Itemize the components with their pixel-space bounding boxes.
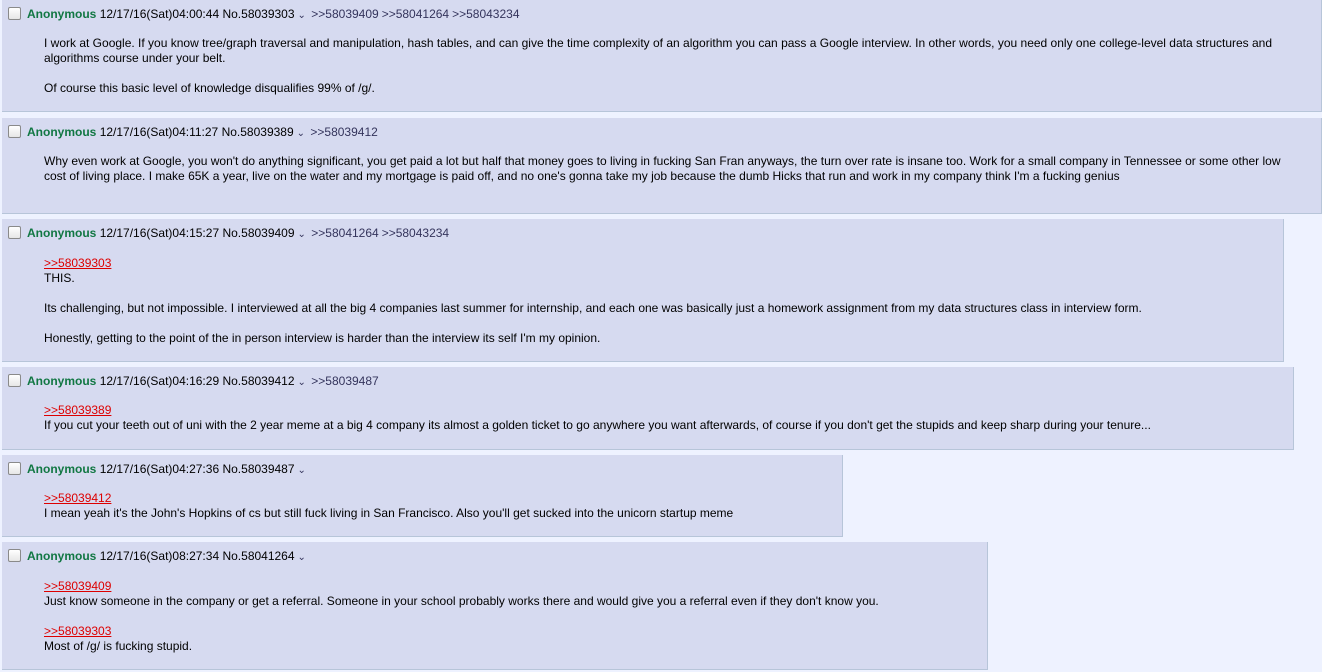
message-paragraph: Honestly, getting to the point of the in… — [44, 331, 601, 345]
post-number[interactable]: No.58039412 — [222, 374, 294, 388]
message-paragraph: I mean yeah it's the John's Hopkins of c… — [44, 506, 734, 520]
post-datetime: 12/17/16(Sat)04:16:29 — [99, 374, 220, 388]
backlink[interactable]: >>58041264 — [311, 226, 378, 240]
post-menu-chevron-icon[interactable]: ⌄ — [298, 549, 306, 567]
post-message: I work at Google. If you know tree/graph… — [44, 36, 1301, 96]
post-info: Anonymous 12/17/16(Sat)08:27:34 No.58041… — [8, 547, 308, 565]
quote-link[interactable]: >>58039303 — [44, 256, 1263, 271]
backlink[interactable]: >>58043234 — [382, 226, 449, 240]
post-menu-chevron-icon[interactable]: ⌄ — [297, 125, 305, 143]
message-paragraph: THIS. — [44, 271, 75, 285]
post-58039412: Anonymous 12/17/16(Sat)04:16:29 No.58039… — [2, 367, 1294, 450]
post-58039409: Anonymous 12/17/16(Sat)04:15:27 No.58039… — [2, 219, 1284, 362]
post-message: >>58039389 If you cut your teeth out of … — [44, 403, 1273, 433]
post-58041264: Anonymous 12/17/16(Sat)08:27:34 No.58041… — [2, 542, 988, 670]
post-number[interactable]: No.58041264 — [222, 549, 294, 563]
poster-name: Anonymous — [27, 7, 97, 21]
backlink[interactable]: >>58041264 — [382, 7, 449, 21]
backlink[interactable]: >>58039487 — [311, 374, 378, 388]
post-message: >>58039412 I mean yeah it's the John's H… — [44, 491, 822, 521]
message-paragraph: I work at Google. If you know tree/graph… — [44, 36, 1273, 65]
post-select-checkbox[interactable] — [8, 462, 21, 475]
post-select-checkbox[interactable] — [8, 7, 21, 20]
post-menu-chevron-icon[interactable]: ⌄ — [298, 374, 306, 392]
post-datetime: 12/17/16(Sat)04:00:44 — [99, 7, 220, 21]
message-paragraph: Of course this basic level of knowledge … — [44, 81, 375, 95]
post-info: Anonymous 12/17/16(Sat)04:00:44 No.58039… — [8, 5, 523, 23]
backlink[interactable]: >>58039412 — [310, 125, 377, 139]
post-datetime: 12/17/16(Sat)04:11:27 — [99, 125, 219, 139]
post-info: Anonymous 12/17/16(Sat)04:16:29 No.58039… — [8, 372, 382, 390]
post-58039303: Anonymous 12/17/16(Sat)04:00:44 No.58039… — [2, 0, 1322, 112]
post-message: >>58039303 THIS. Its challenging, but no… — [44, 256, 1263, 346]
post-info: Anonymous 12/17/16(Sat)04:27:36 No.58039… — [8, 460, 308, 478]
message-paragraph: Its challenging, but not impossible. I i… — [44, 301, 1142, 315]
post-number[interactable]: No.58039409 — [222, 226, 294, 240]
post-58039487: Anonymous 12/17/16(Sat)04:27:36 No.58039… — [2, 455, 843, 537]
poster-name: Anonymous — [27, 374, 97, 388]
quote-link[interactable]: >>58039303 — [44, 624, 967, 639]
post-info: Anonymous 12/17/16(Sat)04:11:27 No.58039… — [8, 123, 381, 141]
backlink[interactable]: >>58043234 — [452, 7, 519, 21]
post-select-checkbox[interactable] — [8, 549, 21, 562]
poster-name: Anonymous — [27, 125, 97, 139]
post-58039389: Anonymous 12/17/16(Sat)04:11:27 No.58039… — [2, 118, 1322, 214]
message-paragraph: Just know someone in the company or get … — [44, 594, 879, 608]
poster-name: Anonymous — [27, 549, 97, 563]
post-number[interactable]: No.58039487 — [222, 462, 294, 476]
post-message: Why even work at Google, you won't do an… — [44, 154, 1301, 184]
message-paragraph: If you cut your teeth out of uni with th… — [44, 418, 1151, 432]
post-info: Anonymous 12/17/16(Sat)04:15:27 No.58039… — [8, 224, 452, 242]
post-datetime: 12/17/16(Sat)04:27:36 — [99, 462, 220, 476]
post-number[interactable]: No.58039389 — [222, 125, 294, 139]
message-paragraph: Why even work at Google, you won't do an… — [44, 154, 1281, 183]
quote-link[interactable]: >>58039412 — [44, 491, 822, 506]
post-menu-chevron-icon[interactable]: ⌄ — [298, 7, 306, 25]
backlink[interactable]: >>58039409 — [311, 7, 378, 21]
message-paragraph: Most of /g/ is fucking stupid. — [44, 639, 193, 653]
poster-name: Anonymous — [27, 462, 97, 476]
poster-name: Anonymous — [27, 226, 97, 240]
post-number[interactable]: No.58039303 — [222, 7, 294, 21]
post-message: >>58039409 Just know someone in the comp… — [44, 579, 967, 654]
post-select-checkbox[interactable] — [8, 374, 21, 387]
post-datetime: 12/17/16(Sat)08:27:34 — [99, 549, 220, 563]
post-menu-chevron-icon[interactable]: ⌄ — [298, 462, 306, 480]
quote-link[interactable]: >>58039409 — [44, 579, 967, 594]
post-select-checkbox[interactable] — [8, 125, 21, 138]
quote-link[interactable]: >>58039389 — [44, 403, 1273, 418]
post-datetime: 12/17/16(Sat)04:15:27 — [99, 226, 220, 240]
post-menu-chevron-icon[interactable]: ⌄ — [298, 226, 306, 244]
post-select-checkbox[interactable] — [8, 226, 21, 239]
